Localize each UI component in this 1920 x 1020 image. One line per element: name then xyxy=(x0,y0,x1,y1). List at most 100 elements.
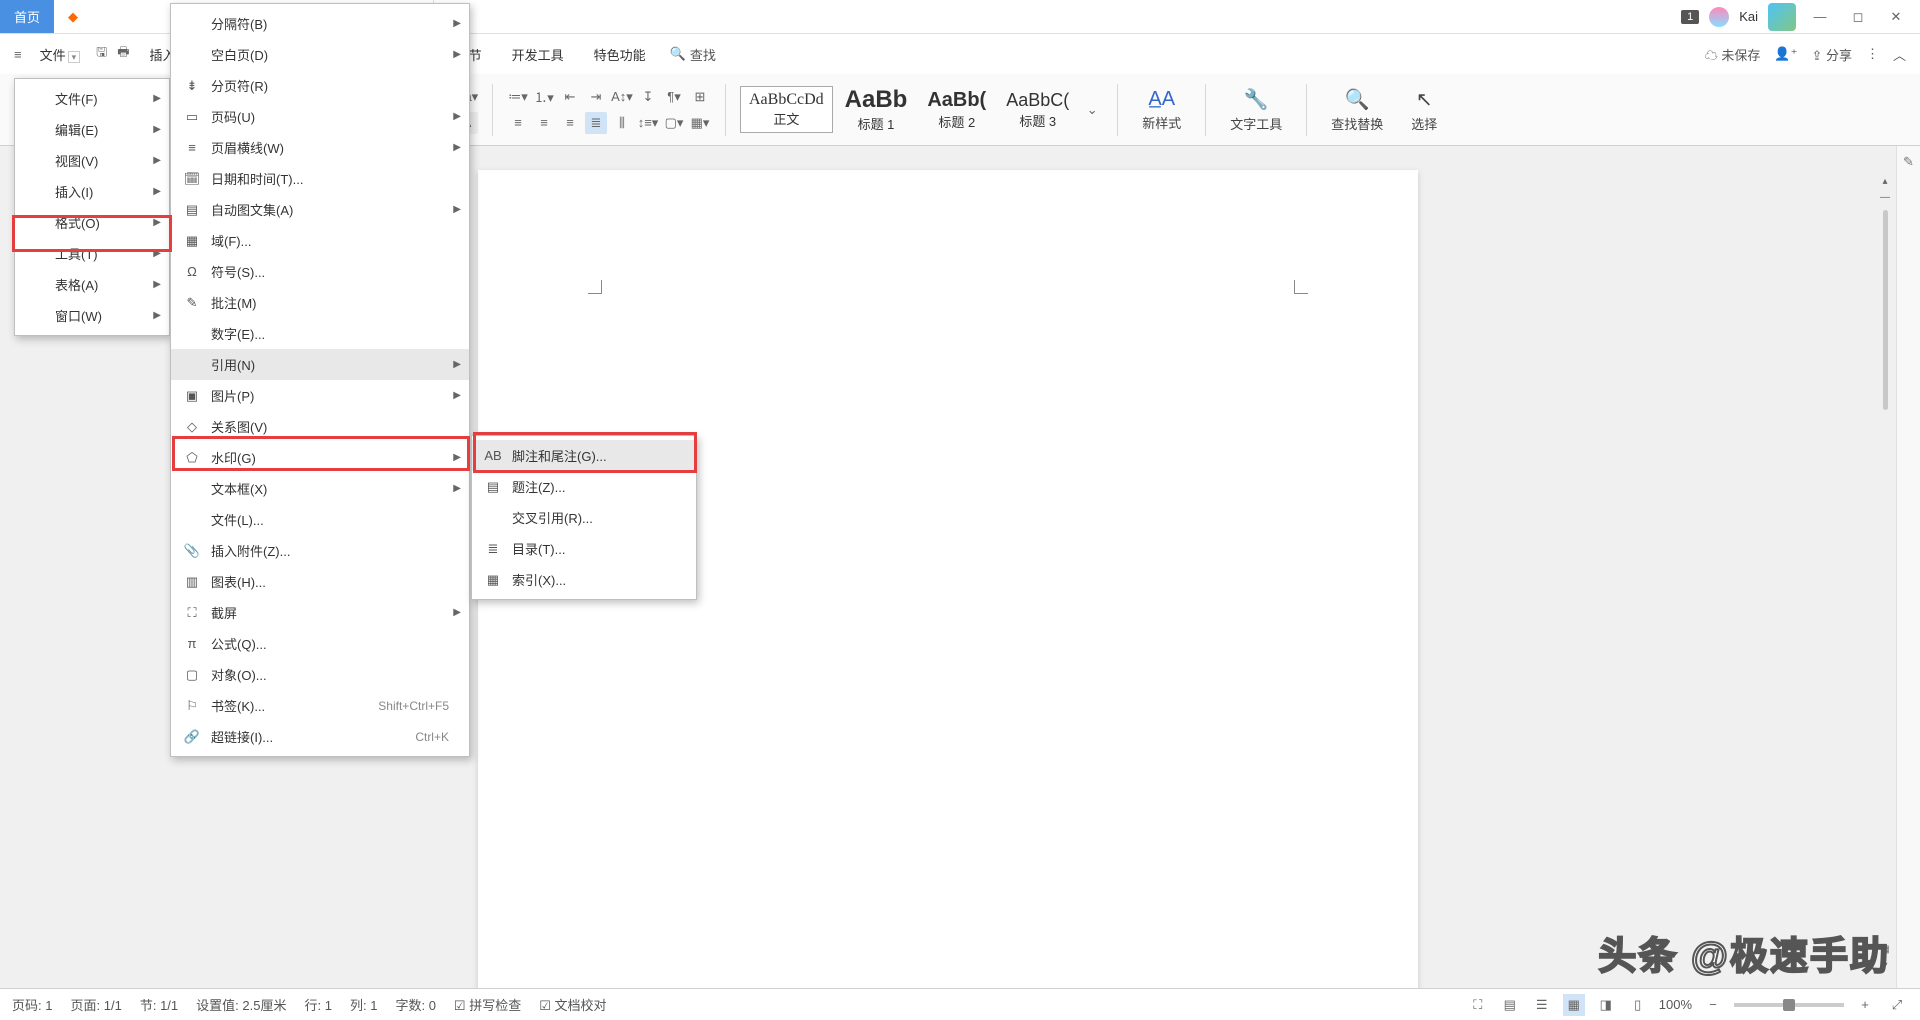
share-button[interactable]: ⇪ 分享 xyxy=(1811,45,1852,64)
align-left-icon[interactable]: ≡ xyxy=(507,112,529,134)
ribbon-search[interactable]: 🔍查找 xyxy=(670,45,716,64)
insert-menu-item[interactable]: 分隔符(B)▶ xyxy=(171,8,469,39)
insert-menu-item[interactable]: ⇟分页符(R) xyxy=(171,70,469,101)
new-style-button[interactable]: A̲A新样式 xyxy=(1132,84,1191,136)
ribbon-tab[interactable]: 特色功能 xyxy=(580,39,660,70)
insert-menu-item[interactable]: ⬠水印(G)▶ xyxy=(171,442,469,473)
shading-icon[interactable]: ▢▾ xyxy=(663,112,685,134)
hamburger-icon[interactable]: ≡ xyxy=(14,47,22,62)
file-menu-item[interactable]: 窗口(W)▶ xyxy=(15,300,169,331)
zoom-out-icon[interactable]: − xyxy=(1702,994,1724,1016)
insert-menu-item[interactable]: 📎插入附件(Z)... xyxy=(171,535,469,566)
view-web-icon[interactable]: ◨ xyxy=(1595,994,1617,1016)
kebab-icon[interactable]: ⋮ xyxy=(1866,46,1879,62)
scroll-up-icon[interactable]: ▴ xyxy=(1878,176,1892,190)
align-justify-icon[interactable]: ≣ xyxy=(585,112,607,134)
zoom-slider[interactable] xyxy=(1734,1003,1844,1007)
style-h1[interactable]: AaBb标题 1 xyxy=(837,82,916,137)
unsaved-indicator[interactable]: ☁ 未保存 xyxy=(1705,45,1761,64)
insert-menu-item[interactable]: ◇关系图(V) xyxy=(171,411,469,442)
insert-menu-item[interactable]: 数字(E)... xyxy=(171,318,469,349)
insert-menu-item[interactable]: ▤自动图文集(A)▶ xyxy=(171,194,469,225)
insert-menu-item[interactable]: ▣图片(P)▶ xyxy=(171,380,469,411)
insert-menu-item[interactable]: ✎批注(M) xyxy=(171,287,469,318)
sb-spell[interactable]: ☑ 拼写检查 xyxy=(454,995,521,1014)
insert-menu-item[interactable]: ⚐书签(K)...Shift+Ctrl+F5 xyxy=(171,690,469,721)
view-draft-icon[interactable]: ▯ xyxy=(1627,994,1649,1016)
file-menu-item[interactable]: 格式(O)▶ xyxy=(15,207,169,238)
insert-menu-item[interactable]: π公式(Q)... xyxy=(171,628,469,659)
ref-menu-item[interactable]: AB脚注和尾注(G)... xyxy=(472,440,696,471)
notif-badge[interactable]: 1 xyxy=(1681,10,1699,24)
insert-menu-item[interactable]: ⛶截屏▶ xyxy=(171,597,469,628)
view-read-icon[interactable]: ☰ xyxy=(1531,994,1553,1016)
insert-menu-item[interactable]: 🗓日期和时间(T)... xyxy=(171,163,469,194)
view-page-icon[interactable]: ▦ xyxy=(1563,994,1585,1016)
tab-stop-icon[interactable]: ⊞ xyxy=(689,86,711,108)
numbering-icon[interactable]: ⒈▾ xyxy=(533,86,555,108)
show-marks-icon[interactable]: ¶▾ xyxy=(663,86,685,108)
collapse-ribbon-icon[interactable]: ︿ xyxy=(1893,45,1906,64)
file-menu-item[interactable]: 插入(I)▶ xyxy=(15,176,169,207)
insert-menu-item[interactable]: 文件(L)... xyxy=(171,504,469,535)
sb-setting[interactable]: 设置值: 2.5厘米 xyxy=(196,995,286,1014)
fit-width-icon[interactable]: ⤢ xyxy=(1886,994,1908,1016)
qat-print-icon[interactable]: 🖶 xyxy=(117,43,129,65)
sort-icon[interactable]: A↕▾ xyxy=(611,86,633,108)
borders-icon[interactable]: ▦▾ xyxy=(689,112,711,134)
ref-menu-item[interactable]: ≣目录(T)... xyxy=(472,533,696,564)
scroll-dash-icon[interactable]: — xyxy=(1878,192,1892,206)
find-replace-button[interactable]: 🔍查找替换 xyxy=(1321,83,1393,137)
collab-icon[interactable]: 👤⁺ xyxy=(1774,46,1797,62)
text-tool-button[interactable]: 🔧文字工具 xyxy=(1220,83,1292,137)
line-spacing-icon[interactable]: ↕≡▾ xyxy=(637,112,659,134)
indent-icon[interactable]: ⇥ xyxy=(585,86,607,108)
style-normal[interactable]: AaBbCcDd正文 xyxy=(740,86,833,133)
zoom-in-icon[interactable]: + xyxy=(1854,994,1876,1016)
insert-menu-item[interactable]: Ω符号(S)... xyxy=(171,256,469,287)
align-center-icon[interactable]: ≡ xyxy=(533,112,555,134)
close-button[interactable]: ✕ xyxy=(1882,9,1910,25)
style-h3[interactable]: AaBbC(标题 3 xyxy=(998,86,1077,134)
sb-page-num[interactable]: 页码: 1 xyxy=(12,995,52,1014)
tab-home[interactable]: 首页 xyxy=(0,0,54,33)
insert-menu-item[interactable]: ▢对象(O)... xyxy=(171,659,469,690)
minimize-button[interactable]: — xyxy=(1806,9,1834,24)
distribute-icon[interactable]: ⫼ xyxy=(611,112,633,134)
fullscreen-icon[interactable]: ⛶ xyxy=(1467,994,1489,1016)
maximize-button[interactable]: ◻ xyxy=(1844,9,1872,25)
file-menu-item[interactable]: 文件(F)▶ xyxy=(15,83,169,114)
sb-row[interactable]: 行: 1 xyxy=(304,995,331,1014)
file-menu-item[interactable]: 视图(V)▶ xyxy=(15,145,169,176)
align-right-icon[interactable]: ≡ xyxy=(559,112,581,134)
vertical-scrollbar[interactable] xyxy=(1880,210,1892,770)
sb-pages[interactable]: 页面: 1/1 xyxy=(70,995,121,1014)
insert-menu-item[interactable]: ▦域(F)... xyxy=(171,225,469,256)
outdent-icon[interactable]: ⇤ xyxy=(559,86,581,108)
sb-section[interactable]: 节: 1/1 xyxy=(140,995,178,1014)
insert-menu-item[interactable]: ≡页眉横线(W)▶ xyxy=(171,132,469,163)
ref-menu-item[interactable]: ▤题注(Z)... xyxy=(472,471,696,502)
ref-menu-item[interactable]: ▦索引(X)... xyxy=(472,564,696,595)
select-button[interactable]: ↖选择 xyxy=(1401,83,1447,137)
zoom-level[interactable]: 100% xyxy=(1659,997,1692,1012)
insert-menu-item[interactable]: 空白页(D)▶ xyxy=(171,39,469,70)
view-outline-icon[interactable]: ▤ xyxy=(1499,994,1521,1016)
styles-more-icon[interactable]: ⌄ xyxy=(1081,99,1103,121)
sb-chars[interactable]: 字数: 0 xyxy=(395,995,435,1014)
style-h2[interactable]: AaBb(标题 2 xyxy=(919,85,994,135)
insert-menu-item[interactable]: ▭页码(U)▶ xyxy=(171,101,469,132)
insert-menu-item[interactable]: 🔗超链接(I)...Ctrl+K xyxy=(171,721,469,752)
qat-save-icon[interactable]: 🖫 xyxy=(96,43,107,65)
insert-menu-item[interactable]: ▥图表(H)... xyxy=(171,566,469,597)
file-menu-item[interactable]: 表格(A)▶ xyxy=(15,269,169,300)
file-menu-item[interactable]: 编辑(E)▶ xyxy=(15,114,169,145)
pencil-icon[interactable]: ✎ xyxy=(1903,154,1914,170)
ref-menu-item[interactable]: 交叉引用(R)... xyxy=(472,502,696,533)
sb-col[interactable]: 列: 1 xyxy=(350,995,377,1014)
ribbon-tab[interactable]: 开发工具 xyxy=(498,39,578,70)
file-menu-item[interactable]: 工具(T)▶ xyxy=(15,238,169,269)
avatar[interactable] xyxy=(1709,7,1729,27)
insert-menu-item[interactable]: 文本框(X)▶ xyxy=(171,473,469,504)
insert-menu-item[interactable]: 引用(N)▶ xyxy=(171,349,469,380)
